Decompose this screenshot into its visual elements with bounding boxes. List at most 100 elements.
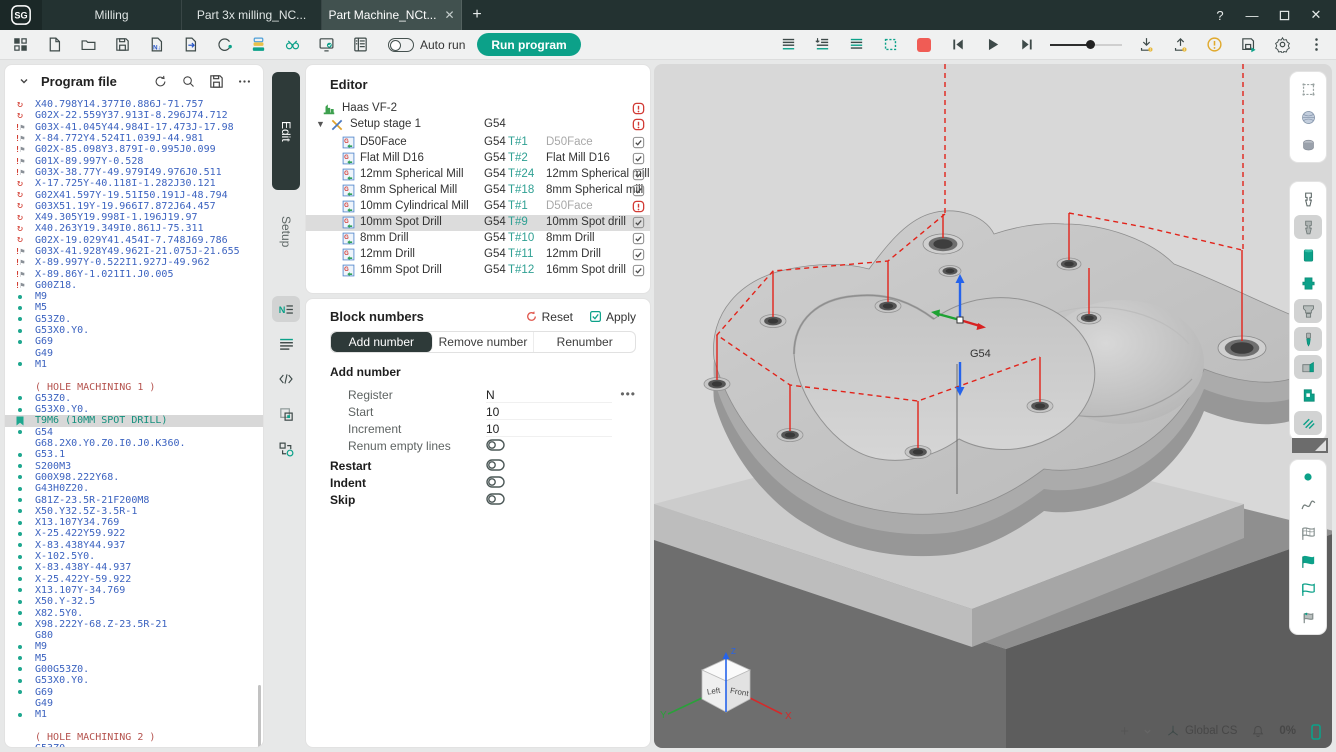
gcode-line[interactable]: X50.Y32.5Z-3.5R-1 xyxy=(5,506,263,517)
gcode-line[interactable]: G53X0.Y0. xyxy=(5,325,263,336)
gcode-line[interactable]: G00G53Z0. xyxy=(5,664,263,675)
gcode-line[interactable]: X-83.438Y-44.937 xyxy=(5,562,263,573)
flow-icon[interactable] xyxy=(272,436,300,462)
more-horizontal-icon[interactable] xyxy=(235,72,253,90)
shaded-sphere-icon[interactable] xyxy=(1294,105,1322,129)
copy-operation-icon[interactable] xyxy=(272,401,300,427)
operation-status-icon[interactable] xyxy=(632,168,646,182)
add-cs-button[interactable]: + xyxy=(1120,723,1129,740)
gcode-line[interactable]: G53X0.Y0. xyxy=(5,675,263,686)
gcode-line[interactable]: ↻X-17.725Y-40.118I-1.282J30.121 xyxy=(5,178,263,189)
gcode-line[interactable]: T9M6 (10MM SPOT DRILL) xyxy=(5,415,263,426)
gcode-line[interactable]: X-83.438Y44.937 xyxy=(5,540,263,551)
gcode-line[interactable]: X-102.5Y0. xyxy=(5,551,263,562)
holder-solid-icon[interactable] xyxy=(1294,215,1322,239)
stock-cylinder-icon[interactable] xyxy=(1294,243,1322,267)
flag-outline-icon[interactable] xyxy=(1294,577,1322,601)
gcode-line[interactable]: !⚑G02X-85.098Y3.879I-0.995J0.099 xyxy=(5,144,263,155)
gcode-line[interactable]: M5 xyxy=(5,302,263,313)
gcode-line[interactable]: ( HOLE MACHINING 1 ) xyxy=(5,381,263,392)
workplane-icon[interactable] xyxy=(1294,77,1322,101)
gcode-line[interactable]: M1 xyxy=(5,709,263,720)
gcode-line[interactable] xyxy=(5,370,263,381)
search-icon[interactable] xyxy=(179,72,197,90)
gcode-line[interactable]: G53X0.Y0. xyxy=(5,404,263,415)
gcode-line[interactable]: G43H0Z20. xyxy=(5,483,263,494)
reset-button[interactable]: Reset xyxy=(525,310,573,324)
tree-row[interactable]: G 12mm Drill G54 T#11 12mm Drill xyxy=(306,247,650,263)
gcode-line[interactable]: X82.5Y0. xyxy=(5,607,263,618)
section-view-icon[interactable] xyxy=(1294,133,1322,157)
operation-status-icon[interactable] xyxy=(632,136,646,150)
cs-selector[interactable]: Global CS xyxy=(1166,724,1237,738)
block-numbers-icon[interactable]: N xyxy=(272,296,300,322)
document-tab[interactable]: Milling xyxy=(42,0,182,30)
gcode-line[interactable]: ↻X49.305Y19.998I-1.196J19.97 xyxy=(5,212,263,223)
toggle-off[interactable] xyxy=(486,493,505,508)
gcode-line[interactable]: G69 xyxy=(5,686,263,697)
toggle-off[interactable] xyxy=(486,439,505,454)
flag-small-icon[interactable] xyxy=(1294,605,1322,629)
spline-icon[interactable] xyxy=(1294,493,1322,517)
maximize-button[interactable] xyxy=(1270,0,1298,30)
apply-button[interactable]: Apply xyxy=(589,310,636,324)
gcode-line[interactable]: M1 xyxy=(5,359,263,370)
fixture-icon[interactable] xyxy=(1294,383,1322,407)
gcode-line[interactable]: M9 xyxy=(5,291,263,302)
program-structure-icon[interactable] xyxy=(350,35,370,55)
point-icon[interactable] xyxy=(1294,465,1322,489)
gcode-line[interactable]: X13.107Y-34.769 xyxy=(5,585,263,596)
tab-edit[interactable]: Edit xyxy=(272,72,300,190)
operation-status-icon[interactable] xyxy=(632,200,646,214)
settings-icon[interactable] xyxy=(1272,35,1292,55)
flag-solid-icon[interactable] xyxy=(1294,549,1322,573)
collapse-chevron-icon[interactable] xyxy=(15,72,33,90)
hatch-icon[interactable] xyxy=(1294,411,1322,435)
tab-setup[interactable]: Setup xyxy=(272,200,300,264)
chevron-down-icon[interactable]: ▼ xyxy=(316,119,325,129)
operation-status-icon[interactable] xyxy=(632,216,646,230)
download-warning-icon[interactable]: ! xyxy=(1136,35,1156,55)
tree-row[interactable]: Haas VF-2 xyxy=(306,101,650,117)
gcode-line[interactable]: G53Z0. xyxy=(5,393,263,404)
tree-row[interactable]: G Flat Mill D16 G54 T#2 Flat Mill D16 xyxy=(306,151,650,167)
nc-program-icon[interactable]: N↓ xyxy=(146,35,166,55)
stop-button[interactable] xyxy=(914,35,934,55)
step-forward-button[interactable] xyxy=(1016,35,1036,55)
field-value[interactable]: 10 xyxy=(486,405,612,420)
gcode-line[interactable]: ↻G02X-22.559Y37.913I-8.296J74.712 xyxy=(5,110,263,121)
gcode-line[interactable]: !⚑G03X-41.928Y49.962I-21.075J-21.655 xyxy=(5,246,263,257)
gcode-line[interactable]: S200M3 xyxy=(5,461,263,472)
code-icon[interactable] xyxy=(272,366,300,392)
gcode-line[interactable]: X98.222Y-68.Z-23.5R-21 xyxy=(5,619,263,630)
tab-renumber[interactable]: Renumber xyxy=(534,332,635,352)
align-lines-icon[interactable] xyxy=(778,35,798,55)
open-folder-icon[interactable] xyxy=(78,35,98,55)
gcode-line[interactable]: G69 xyxy=(5,336,263,347)
gcode-line[interactable]: G80 xyxy=(5,630,263,641)
field-value[interactable]: N xyxy=(486,388,612,403)
postprocessor-icon[interactable] xyxy=(214,35,234,55)
warnings-icon[interactable] xyxy=(1204,35,1224,55)
tab-close-icon[interactable]: ✕ xyxy=(444,8,454,22)
operation-status-icon[interactable] xyxy=(632,232,646,246)
gcode-line[interactable]: !⚑G01X-89.997Y-0.528 xyxy=(5,155,263,166)
gcode-line[interactable]: ↻G02X-19.029Y41.454I-7.748J69.786 xyxy=(5,235,263,246)
minimize-button[interactable]: — xyxy=(1238,0,1266,30)
tab-remove-number[interactable]: Remove number xyxy=(433,332,535,352)
tree-row[interactable]: G 12mm Spherical Mill G54 T#24 12mm Sphe… xyxy=(306,167,650,183)
tree-row[interactable]: ▼ Setup stage 1 G54 xyxy=(306,117,650,133)
tree-row[interactable]: G 8mm Drill G54 T#10 8mm Drill xyxy=(306,231,650,247)
gcode-line[interactable]: ↻G03X51.19Y-19.966I7.872J64.457 xyxy=(5,201,263,212)
gcode-line[interactable]: M5 xyxy=(5,653,263,664)
document-tab[interactable]: Part 3x milling_NC... xyxy=(182,0,322,30)
gcode-line[interactable]: G53.1 xyxy=(5,449,263,460)
gcode-line[interactable]: X-25.422Y-59.922 xyxy=(5,573,263,584)
tree-row[interactable]: G 10mm Spot Drill G54 T#9 10mm Spot dril… xyxy=(306,215,650,231)
save-run-icon[interactable] xyxy=(1238,35,1258,55)
gcode-line[interactable]: G49 xyxy=(5,348,263,359)
gcode-line[interactable]: G81Z-23.5R-21F200M8 xyxy=(5,494,263,505)
upload-warning-icon[interactable]: ! xyxy=(1170,35,1190,55)
flag-wire-icon[interactable] xyxy=(1294,521,1322,545)
more-horizontal-icon[interactable]: ••• xyxy=(620,387,636,401)
